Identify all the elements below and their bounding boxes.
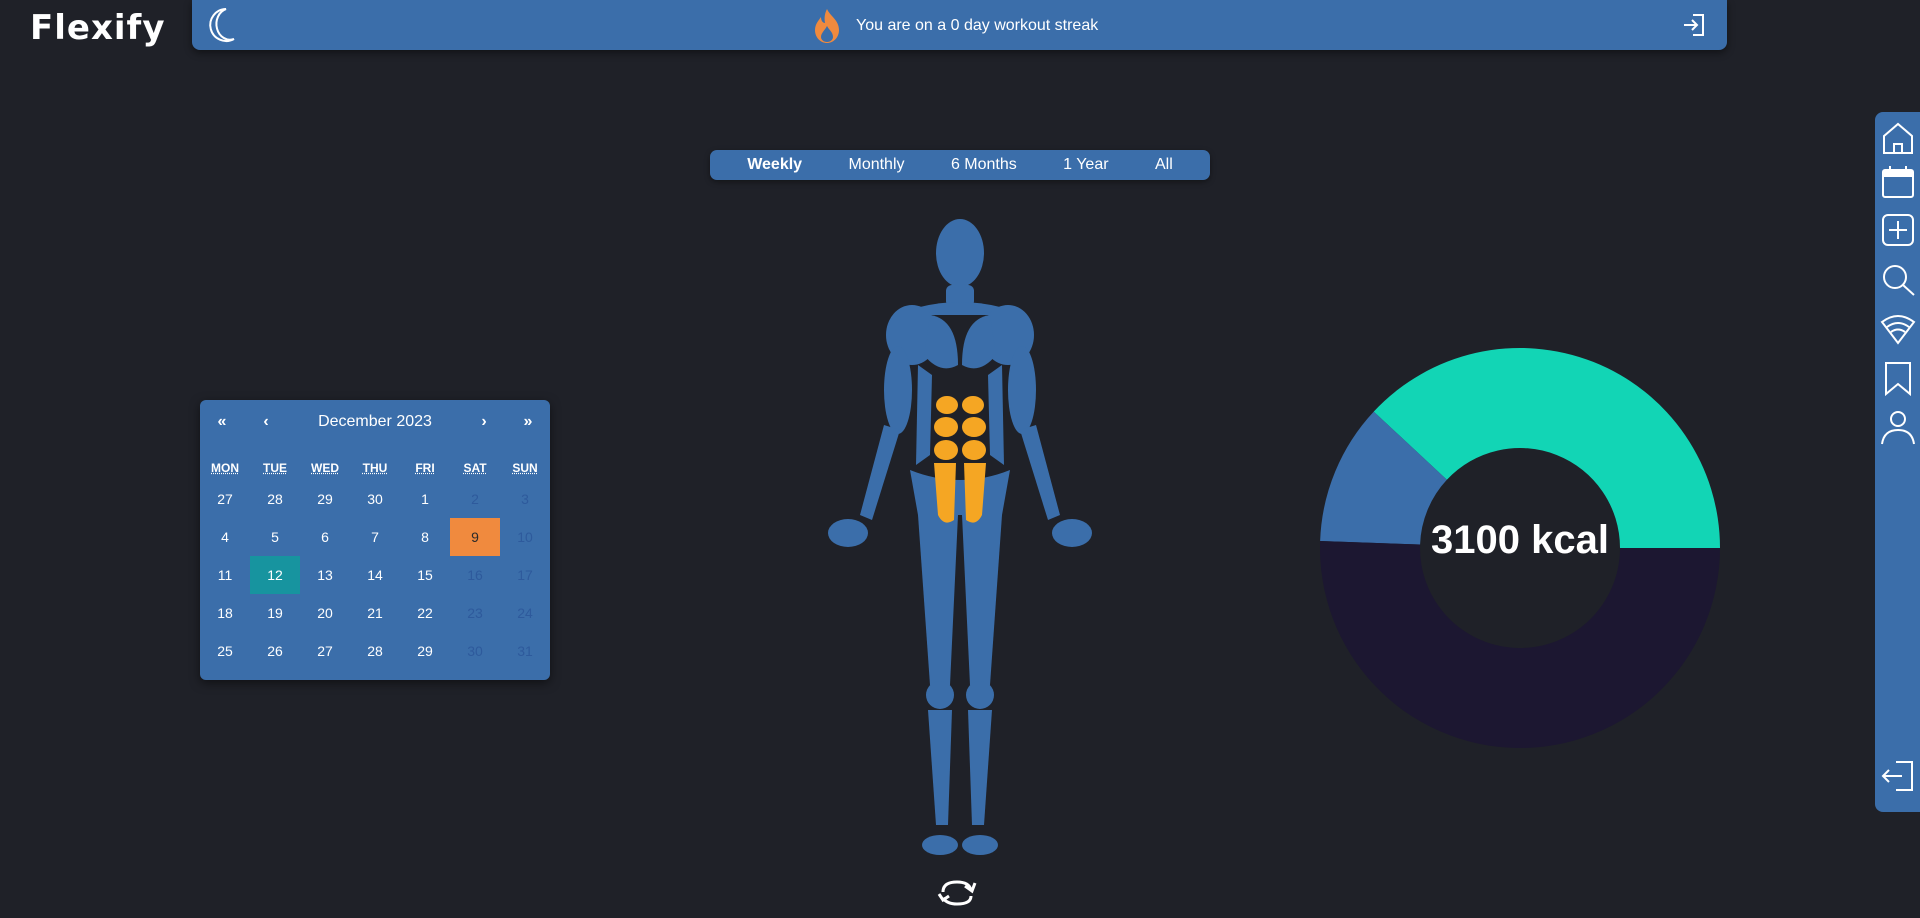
rotate-icon[interactable] <box>935 876 979 910</box>
calendar-month-label[interactable]: December 2023 <box>288 413 462 431</box>
tab-weekly[interactable]: Weekly <box>747 156 802 174</box>
app-logo[interactable]: Flexify <box>30 8 165 48</box>
calendar-day[interactable]: 9 <box>450 518 500 556</box>
next-year-button[interactable]: » <box>506 413 550 431</box>
calendar-day[interactable]: 15 <box>400 556 450 594</box>
weekday-header: TUE <box>263 461 287 475</box>
user-icon[interactable] <box>1880 410 1916 446</box>
body-muscles <box>828 219 1092 855</box>
prev-month-button[interactable]: ‹ <box>244 413 288 431</box>
calendar-day[interactable]: 4 <box>200 518 250 556</box>
streak-text: You are on a 0 day workout streak <box>856 17 1099 34</box>
calendar-day[interactable]: 26 <box>250 632 300 670</box>
login-icon[interactable] <box>1681 12 1707 38</box>
tab-6-months[interactable]: 6 Months <box>951 156 1017 174</box>
streak-indicator: You are on a 0 day workout streak <box>812 8 1098 44</box>
tab-all[interactable]: All <box>1155 156 1173 174</box>
tab-monthly[interactable]: Monthly <box>848 156 904 174</box>
add-icon[interactable] <box>1880 212 1916 248</box>
weekday-header: WED <box>311 461 339 475</box>
weekday-header: FRI <box>415 461 435 475</box>
calendar-day[interactable]: 24 <box>500 594 550 632</box>
calendar-day[interactable]: 6 <box>300 518 350 556</box>
calendar-day[interactable]: 13 <box>300 556 350 594</box>
top-bar: You are on a 0 day workout streak <box>192 0 1727 50</box>
calendar-day[interactable]: 19 <box>250 594 300 632</box>
calendar-day[interactable]: 21 <box>350 594 400 632</box>
weekday-header: THU <box>362 461 388 475</box>
calendar-day[interactable]: 8 <box>400 518 450 556</box>
flame-icon <box>815 9 839 43</box>
calendar-day[interactable]: 29 <box>300 480 350 518</box>
bookmark-icon[interactable] <box>1880 360 1916 396</box>
calendar-day[interactable]: 28 <box>350 632 400 670</box>
calendar-day[interactable]: 28 <box>250 480 300 518</box>
calendar-day[interactable]: 18 <box>200 594 250 632</box>
calendar-day[interactable]: 27 <box>200 480 250 518</box>
tab-1-year[interactable]: 1 Year <box>1063 156 1108 174</box>
calendar-day[interactable]: 30 <box>350 480 400 518</box>
weekday-header: MON <box>211 461 239 475</box>
calendar: « ‹ December 2023 › » MON TUE WED THU FRI SAT… <box>200 400 550 680</box>
donut-segment-dark[interactable] <box>1320 541 1720 748</box>
search-icon[interactable] <box>1880 262 1916 298</box>
calendar-day[interactable]: 16 <box>450 556 500 594</box>
calendar-grid: MON TUE WED THU FRI SAT SUN 27 28 29 30 1 2 3 4 5 6 7 8 9 10… <box>200 456 550 670</box>
calendar-day[interactable]: 10 <box>500 518 550 556</box>
period-tabs: Weekly Monthly 6 Months 1 Year All <box>710 150 1210 180</box>
weekday-header: SAT <box>463 461 487 475</box>
calorie-total: 3100 kcal <box>1431 518 1609 562</box>
home-icon[interactable] <box>1880 120 1916 156</box>
calendar-day[interactable]: 17 <box>500 556 550 594</box>
calendar-day[interactable]: 25 <box>200 632 250 670</box>
muscle-body-figure[interactable] <box>790 215 1130 865</box>
calendar-day[interactable]: 23 <box>450 594 500 632</box>
calendar-day[interactable]: 7 <box>350 518 400 556</box>
calendar-day[interactable]: 30 <box>450 632 500 670</box>
calendar-day[interactable]: 2 <box>450 480 500 518</box>
calendar-day[interactable]: 31 <box>500 632 550 670</box>
calendar-day[interactable]: 5 <box>250 518 300 556</box>
calendar-day[interactable]: 1 <box>400 480 450 518</box>
prev-year-button[interactable]: « <box>200 413 244 431</box>
logout-icon[interactable] <box>1880 758 1916 794</box>
moon-icon[interactable] <box>204 6 240 44</box>
calendar-day[interactable]: 14 <box>350 556 400 594</box>
calendar-icon[interactable] <box>1880 164 1916 200</box>
calendar-day[interactable]: 11 <box>200 556 250 594</box>
calendar-day[interactable]: 27 <box>300 632 350 670</box>
calendar-day[interactable]: 22 <box>400 594 450 632</box>
next-month-button[interactable]: › <box>462 413 506 431</box>
calendar-day[interactable]: 29 <box>400 632 450 670</box>
calendar-navigation: « ‹ December 2023 › » <box>200 410 550 434</box>
wifi-icon[interactable] <box>1880 310 1916 346</box>
weekday-header: SUN <box>512 461 538 475</box>
calendar-day[interactable]: 20 <box>300 594 350 632</box>
calendar-day[interactable]: 12 <box>250 556 300 594</box>
calendar-day[interactable]: 3 <box>500 480 550 518</box>
side-navigation <box>1875 112 1920 812</box>
